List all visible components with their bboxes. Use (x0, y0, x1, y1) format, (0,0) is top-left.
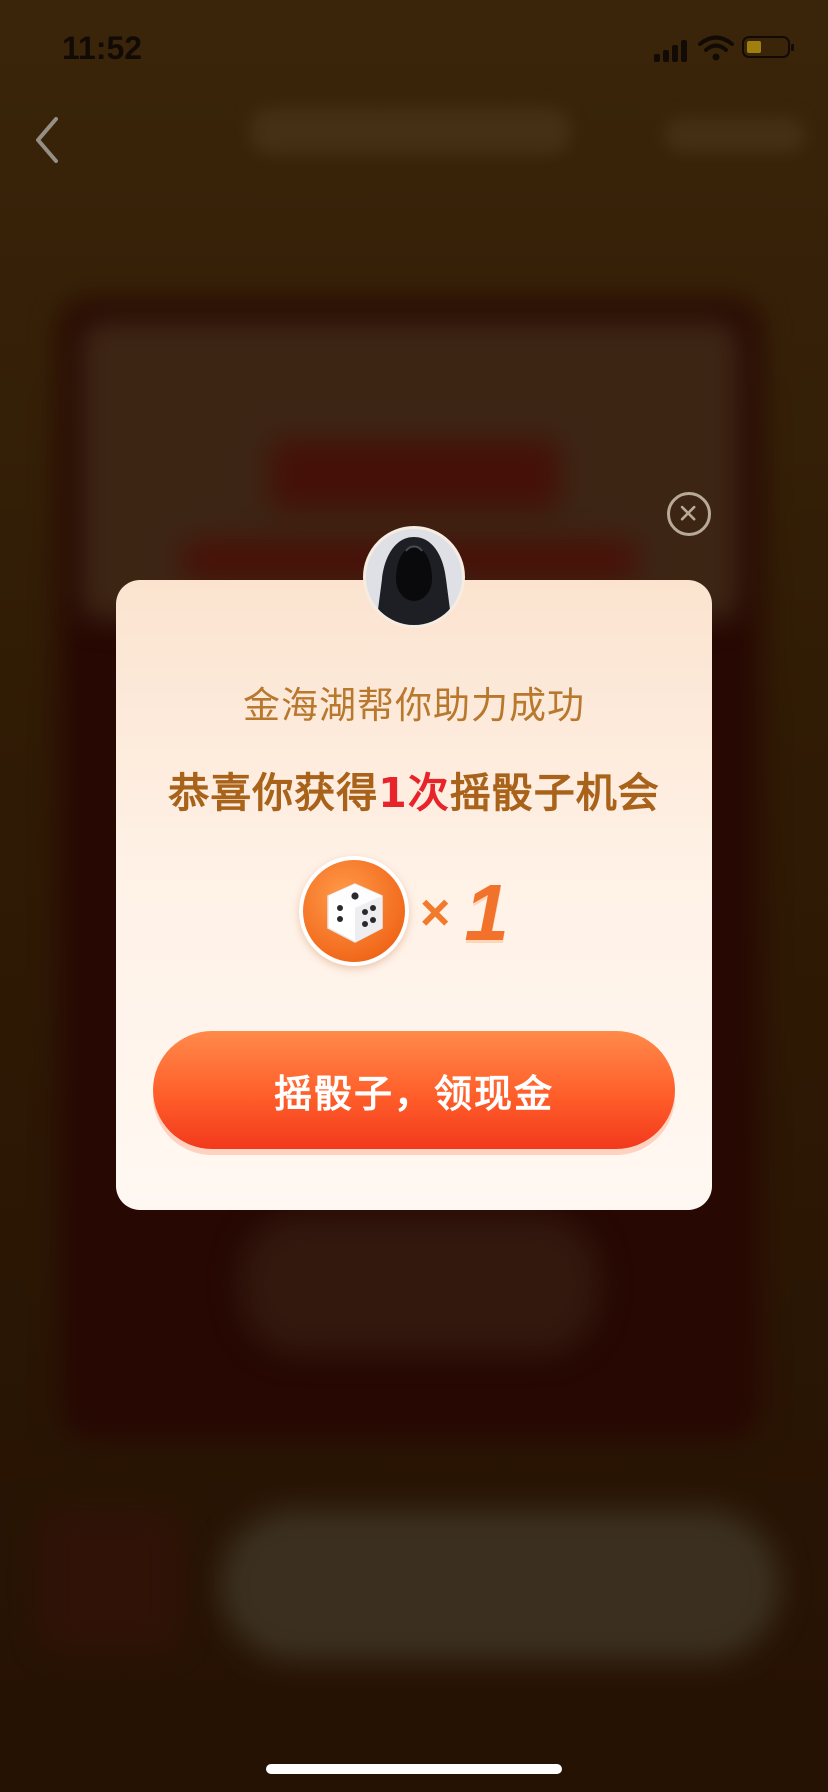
multiplier-symbol: × (420, 884, 451, 942)
reward-multiplier: × 1 (420, 868, 509, 958)
helper-success-text: 金海湖帮你助力成功 (243, 684, 585, 727)
avatar (363, 526, 465, 628)
dice-badge (299, 856, 409, 966)
reward-prefix: 恭喜你获得 (168, 769, 379, 817)
multiplier-value: 1 (464, 868, 509, 957)
reward-text: 恭喜你获得1次摇骰子机会 (116, 759, 712, 819)
hooded-figure-icon (366, 529, 462, 625)
roll-dice-button[interactable]: 摇骰子，领现金 (153, 1031, 675, 1149)
dice-icon (327, 883, 383, 943)
dice-circle (303, 860, 405, 962)
reward-suffix: 摇骰子机会 (449, 769, 660, 817)
home-indicator (266, 1764, 562, 1774)
close-circle-icon[interactable] (667, 492, 711, 536)
reward-count: 1次 (378, 769, 450, 817)
